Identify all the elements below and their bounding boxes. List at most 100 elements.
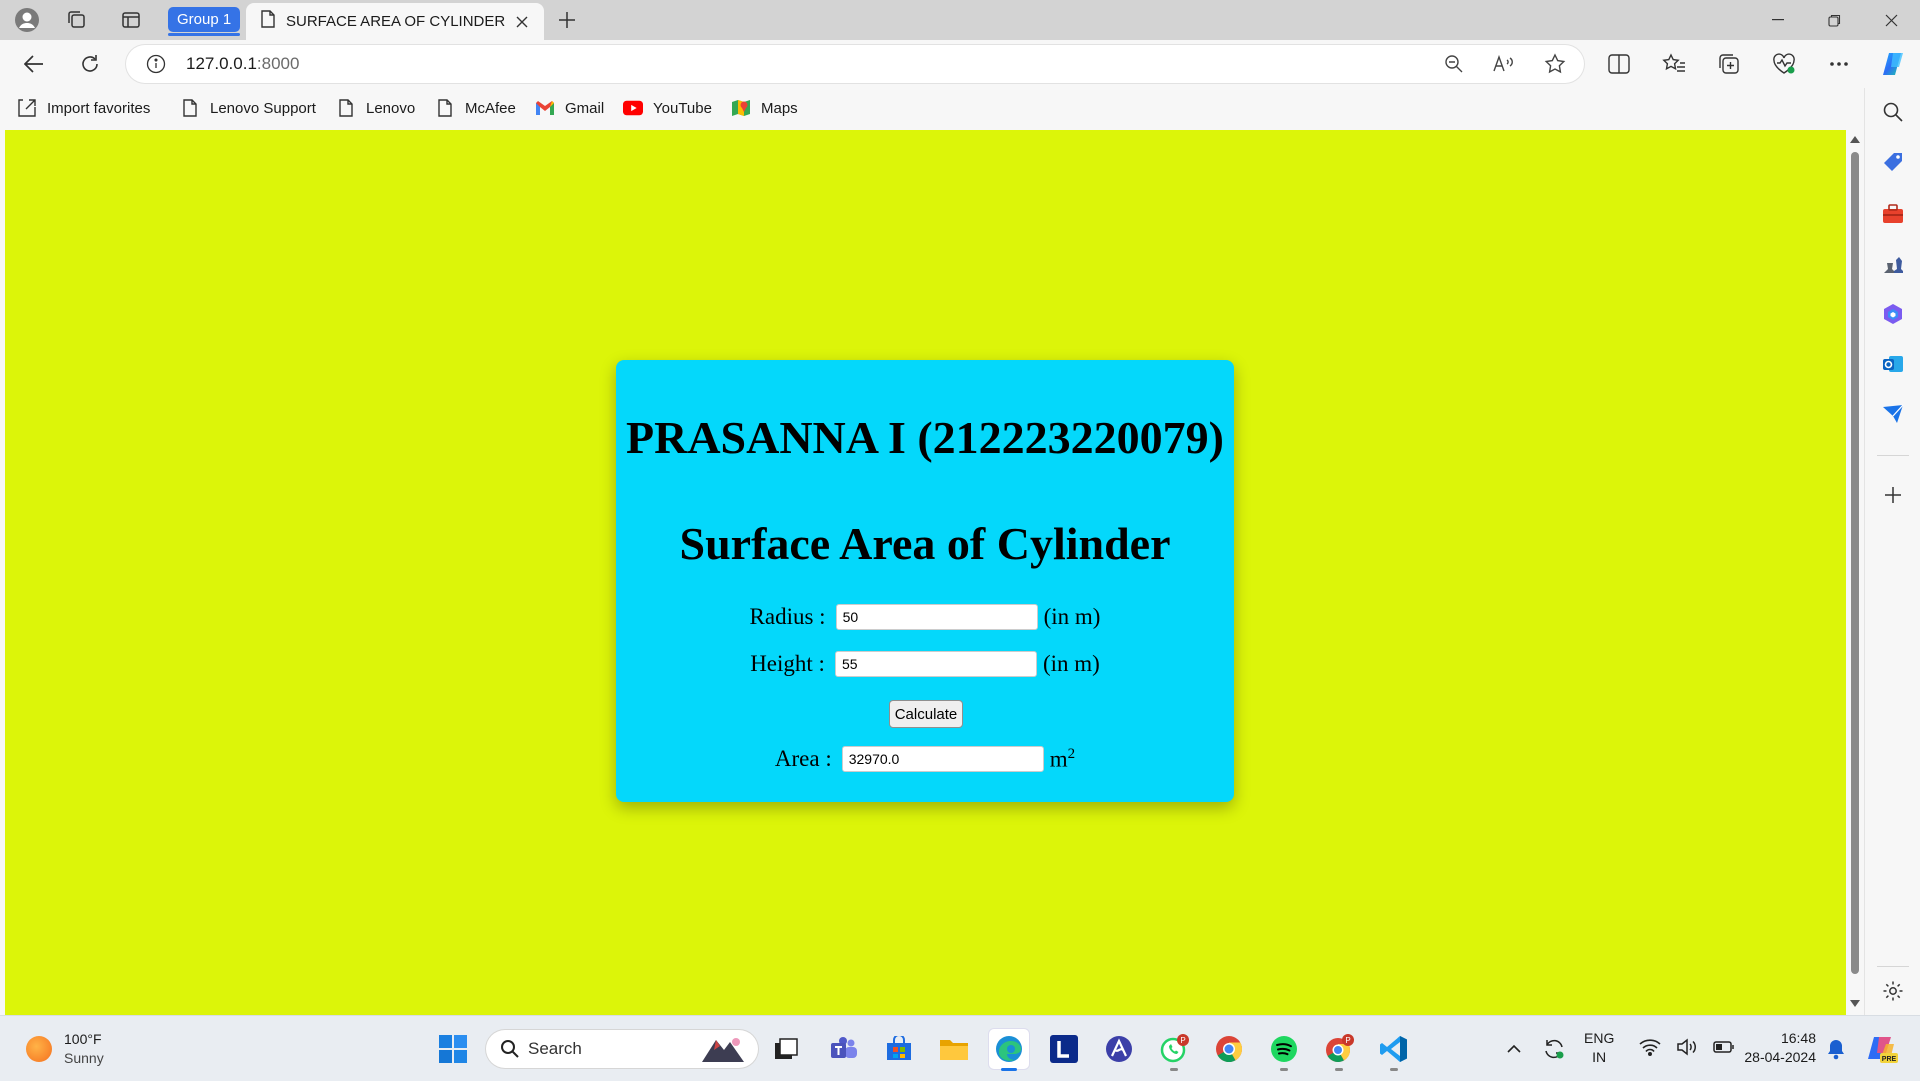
open-app-indicator [1170,1068,1178,1071]
show-hidden-icons-icon[interactable] [1494,1029,1534,1069]
vertical-scrollbar[interactable] [1846,130,1864,1015]
split-screen-icon[interactable] [1601,47,1637,81]
profile-icon[interactable] [12,5,42,35]
tab-actions-icon[interactable] [116,5,146,35]
whatsapp-icon[interactable]: P [1154,1029,1194,1071]
navigation-bar: 127.0.0.1:8000 [0,40,1920,88]
svg-text:P: P [1345,1036,1350,1045]
chrome-profile-icon[interactable]: P [1319,1029,1359,1071]
scroll-up-icon[interactable] [1850,136,1860,143]
restore-icon[interactable] [1805,0,1863,40]
taskbar-search[interactable]: Search [486,1030,758,1068]
shopping-tag-icon[interactable] [1879,149,1907,177]
read-aloud-icon[interactable] [1490,51,1518,77]
area-output[interactable] [841,746,1044,773]
settings-gear-icon[interactable] [1879,977,1907,1005]
page-icon [180,98,200,118]
favorite-lenovo-support[interactable]: Lenovo Support [180,96,316,120]
open-app-indicator [1280,1068,1288,1071]
more-options-icon[interactable] [1821,47,1857,81]
outlook-icon[interactable] [1879,350,1907,378]
send-icon[interactable] [1879,400,1907,428]
favorite-label: Maps [761,99,798,117]
url-text[interactable]: 127.0.0.1:8000 [186,54,299,74]
zoom-out-icon[interactable] [1440,51,1468,77]
height-input[interactable] [834,651,1037,677]
close-tab-icon[interactable] [508,8,536,36]
teams-icon[interactable] [824,1029,864,1069]
launcher-l-icon[interactable] [1044,1029,1084,1069]
weather-condition: Sunny [64,1050,104,1066]
task-view-icon[interactable] [766,1029,806,1069]
favorite-star-icon[interactable] [1541,51,1569,77]
microsoft-store-icon[interactable] [879,1029,919,1069]
url-host: 127.0.0.1 [186,54,257,73]
arc-app-icon[interactable] [1099,1029,1139,1069]
tools-icon[interactable] [1879,200,1907,228]
games-icon[interactable] [1879,250,1907,278]
area-label: Area : [774,746,832,772]
favorite-import[interactable]: Import favorites [17,96,150,120]
favorites-icon[interactable] [1656,47,1692,81]
collections-icon[interactable] [1711,47,1747,81]
favorite-gmail[interactable]: Gmail [535,96,604,120]
favorite-maps[interactable]: Maps [731,96,798,120]
copilot-icon[interactable] [1876,47,1912,81]
address-bar[interactable]: 127.0.0.1:8000 [126,45,1584,83]
browser-essentials-icon[interactable] [1766,47,1802,81]
microsoft-365-icon[interactable] [1879,300,1907,328]
title-bar: Group 1 SURFACE AREA OF CYLINDER [0,0,1920,40]
copilot-preview-icon[interactable]: PRE [1862,1029,1902,1069]
page-icon [260,10,276,33]
spotify-icon[interactable] [1264,1029,1304,1071]
tab-group-chip[interactable]: Group 1 [168,7,241,36]
tab-active[interactable]: SURFACE AREA OF CYLINDER [246,3,544,40]
quick-settings[interactable] [1632,1029,1742,1069]
site-info-icon[interactable] [146,54,166,74]
maps-icon [731,98,751,118]
student-name-heading: PRASANNA I (212223220079) [626,412,1224,463]
scrollbar-thumb[interactable] [1851,152,1859,974]
weather-widget[interactable]: 100°F Sunny [26,1030,104,1068]
page-title: Surface Area of Cylinder [679,518,1171,569]
area-unit: m2 [1050,746,1075,773]
chrome-icon[interactable] [1209,1029,1249,1069]
volume-icon [1676,1037,1698,1061]
region-code: IN [1592,1049,1607,1065]
scroll-down-icon[interactable] [1850,1000,1860,1007]
battery-icon [1712,1040,1735,1059]
search-icon[interactable] [1879,98,1907,126]
add-icon[interactable] [1879,481,1907,509]
calculate-button[interactable]: Calculate [889,700,963,728]
radius-row: Radius : (in m) [616,604,1234,630]
youtube-icon [623,98,643,118]
vscode-icon[interactable] [1374,1029,1414,1071]
sync-icon[interactable] [1534,1029,1574,1069]
svg-text:P: P [1180,1036,1185,1045]
file-explorer-icon[interactable] [934,1029,974,1069]
radius-input[interactable] [835,604,1038,630]
notifications-bell-icon[interactable] [1816,1029,1856,1069]
workspaces-icon[interactable] [62,5,92,35]
favorite-label: Lenovo Support [210,99,316,117]
url-port: :8000 [256,54,300,73]
language-indicator[interactable]: ENG IN [1584,1029,1614,1067]
close-window-icon[interactable] [1862,0,1920,40]
minimize-icon[interactable] [1749,0,1807,40]
wifi-icon [1639,1038,1661,1061]
new-tab-icon[interactable] [552,5,582,35]
favorite-lenovo[interactable]: Lenovo [336,96,415,120]
favorite-youtube[interactable]: YouTube [623,96,712,120]
favorite-mcafee[interactable]: McAfee [435,96,516,120]
edge-icon[interactable] [989,1029,1029,1071]
windows-start-icon[interactable] [433,1029,473,1069]
radius-label: Radius : [749,604,826,629]
refresh-icon[interactable] [72,47,108,81]
search-label: Search [528,1039,582,1058]
back-icon[interactable] [16,47,52,81]
gmail-icon [535,98,555,118]
edge-sidebar [1864,88,1920,1015]
page-icon [435,98,455,118]
clock[interactable]: 16:48 28-04-2024 [1738,1029,1816,1067]
area-unit-base: m [1049,746,1068,772]
